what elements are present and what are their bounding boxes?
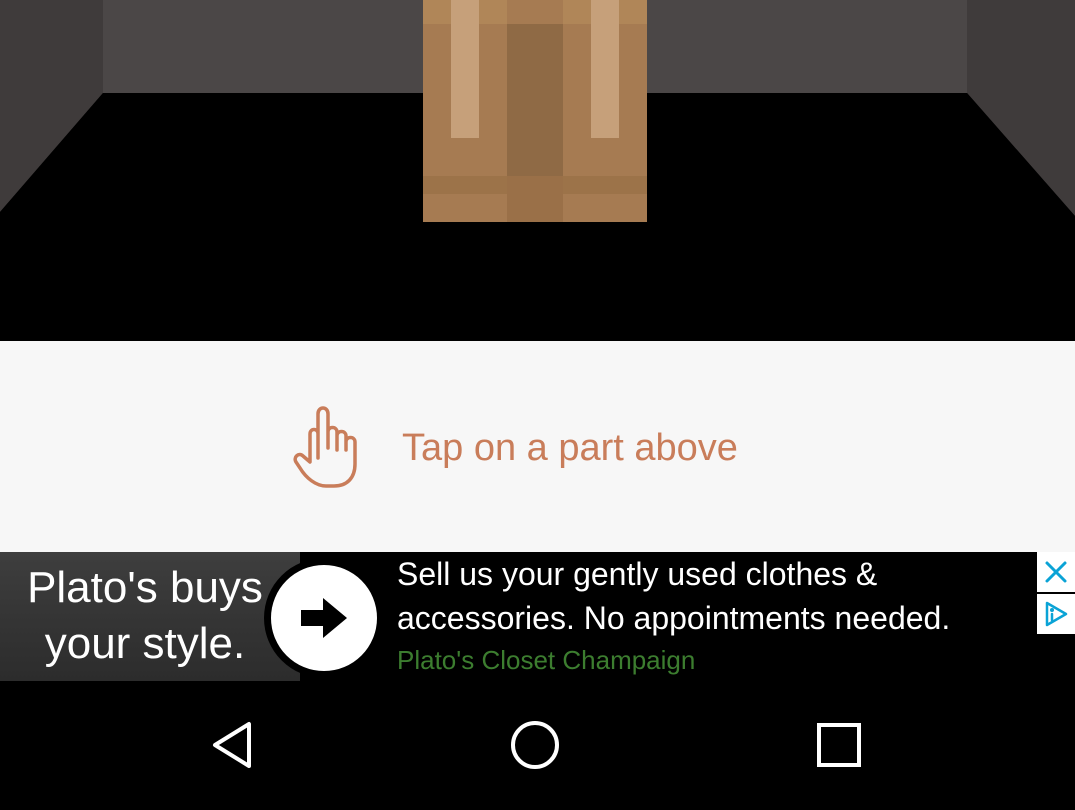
hint-label: Tap on a part above [402, 427, 738, 469]
ad-body-text[interactable]: Sell us your gently used clothes & acces… [397, 552, 1027, 640]
close-icon[interactable] [1037, 552, 1075, 592]
recents-icon[interactable] [807, 713, 871, 777]
model-viewport[interactable] [0, 0, 1075, 341]
arrow-right-icon[interactable] [271, 565, 377, 671]
home-icon[interactable] [503, 713, 567, 777]
pointing-hand-icon [292, 404, 372, 490]
ad-headline: Plato's buys your style. [27, 563, 263, 668]
character-legs[interactable] [423, 0, 647, 222]
room-scene [0, 0, 1075, 341]
ad-advertiser[interactable]: Plato's Closet Champaign [397, 642, 695, 678]
navigation-bar [0, 681, 1075, 810]
adchoices-icon[interactable] [1037, 594, 1075, 634]
ad-banner[interactable]: Plato's buys your style. Sell us your ge… [0, 552, 1075, 681]
back-icon[interactable] [200, 713, 264, 777]
ad-image[interactable]: Plato's buys your style. [0, 552, 300, 681]
